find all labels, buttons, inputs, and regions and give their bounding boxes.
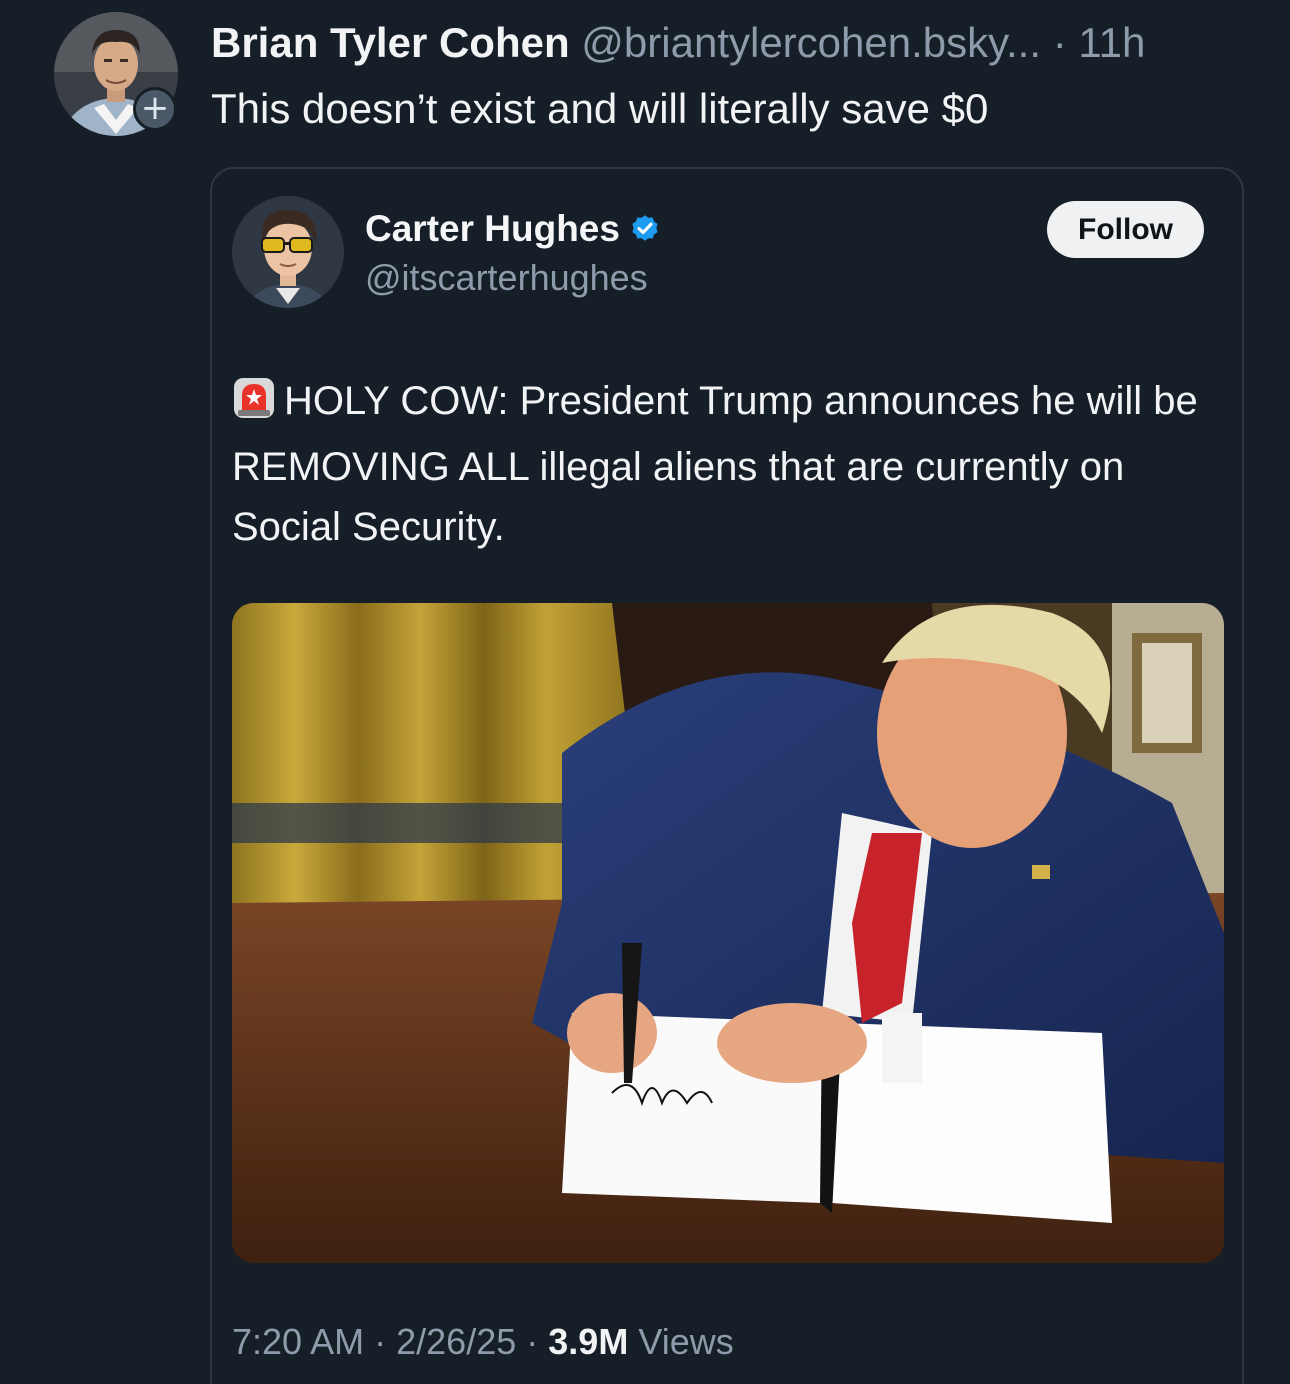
post-timestamp[interactable]: 11h [1078, 19, 1145, 66]
meta-separator: · [374, 1321, 387, 1362]
plus-icon: + [140, 88, 170, 128]
rotating-light-icon [232, 376, 276, 437]
quoted-post-meta: 7:20 AM · 2/26/25 · 3.9M Views [232, 1318, 734, 1366]
quoted-author-name-row[interactable]: Carter Hughes [365, 205, 662, 257]
photo-signing-document [232, 603, 1224, 1263]
post-body-text: This doesn’t exist and will literally sa… [211, 85, 989, 132]
quoted-author-name: Carter Hughes [365, 208, 620, 249]
post-header: Brian Tyler Cohen @briantylercohen.bsky.… [211, 16, 1281, 70]
post-author-name[interactable]: Brian Tyler Cohen [211, 19, 570, 66]
views-label: Views [638, 1321, 734, 1362]
quoted-post-body: HOLY COW: President Trump announces he w… [232, 379, 1198, 549]
quoted-author-avatar[interactable] [232, 196, 344, 308]
quoted-author-handle[interactable]: @itscarterhughes [365, 254, 648, 302]
post-separator: · [1052, 19, 1067, 66]
quoted-post-text: HOLY COW: President Trump announces he w… [232, 371, 1232, 557]
views-count: 3.9M [548, 1321, 629, 1362]
meta-separator: · [526, 1321, 539, 1362]
verified-badge-icon [628, 209, 662, 257]
follow-plus-button[interactable]: + [133, 87, 177, 131]
quoted-post-image[interactable] [232, 603, 1224, 1263]
cartoon-avatar-illustration [232, 196, 344, 308]
post-author-handle[interactable]: @briantylercohen.bsky... [581, 19, 1041, 66]
follow-button[interactable]: Follow [1047, 201, 1204, 258]
quoted-post-time[interactable]: 7:20 AM [232, 1321, 364, 1362]
quoted-post-date[interactable]: 2/26/25 [396, 1321, 516, 1362]
